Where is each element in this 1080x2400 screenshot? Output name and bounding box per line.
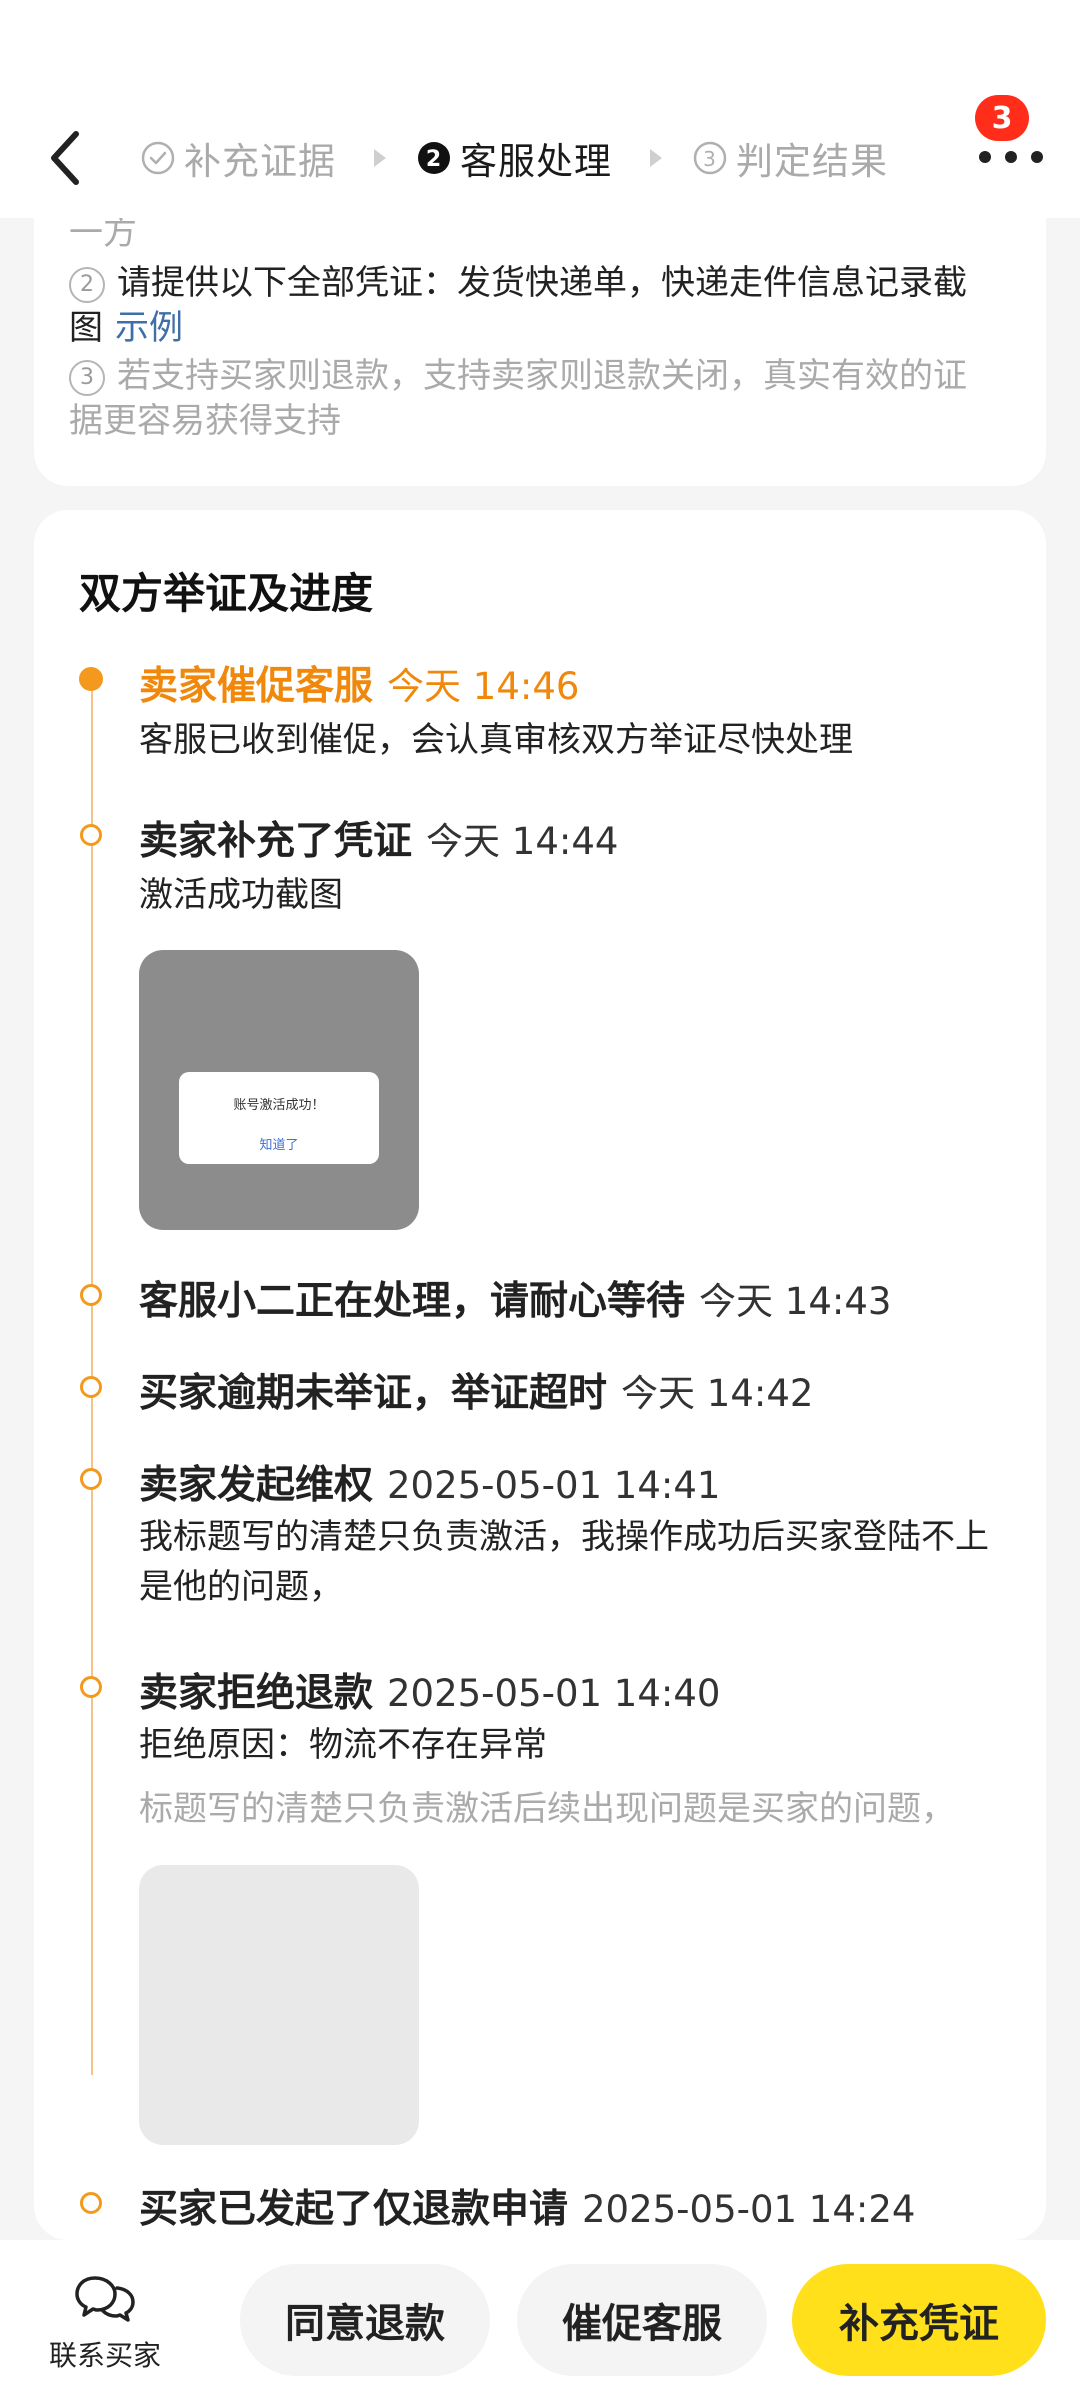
timeline-dot (80, 1676, 102, 1698)
timeline-time: 2025-05-01 14:24 (582, 2188, 916, 2231)
step-arrow-icon (374, 149, 386, 167)
step-label: 判定结果 (736, 140, 888, 183)
contact-buyer-button[interactable]: 联系买家 (40, 2270, 170, 2374)
step-arrow-icon (650, 149, 662, 167)
info-item-2-text: 请提供以下全部凭证：发货快递单，快递走件信息记录截 (117, 263, 967, 303)
timeline-desc: 激活成功截图 (139, 875, 343, 915)
timeline-desc-line1: 我标题写的清楚只负责激活，我操作成功后买家登陆不上 (139, 1517, 989, 1557)
dialog-button: 知道了 (259, 1138, 299, 1153)
step-label: 补充证据 (184, 140, 336, 183)
notification-badge: 3 (975, 95, 1029, 141)
agree-refund-button[interactable]: 同意退款 (240, 2264, 490, 2376)
step-number: 3 (703, 147, 717, 171)
timeline-title: 买家逾期未举证，举证超时 (139, 1371, 608, 1416)
evidence-image-placeholder[interactable] (139, 1865, 419, 2145)
top-nav-bar: 补充证据 2 客服处理 3 判定结果 3 (0, 0, 1080, 218)
bottom-action-bar: 联系买家 同意退款 催促客服 补充凭证 (0, 2240, 1080, 2400)
info-item-2-cont-text: 图 (69, 308, 103, 348)
info-item-2-cont: 图示例 (69, 305, 1019, 351)
screenshot-dialog: 账号激活成功！ 知道了 (179, 1072, 379, 1164)
step-number-icon: 3 (692, 140, 728, 176)
step-result[interactable]: 3 判定结果 (692, 131, 888, 185)
timeline-desc-secondary: 标题写的清楚只负责激活后续出现问题是买家的问题， (139, 1789, 955, 1829)
contact-buyer-label: 联系买家 (48, 2339, 161, 2372)
check-circle-icon (140, 140, 176, 176)
back-button[interactable] (40, 118, 100, 198)
timeline-title: 卖家拒绝退款 (139, 1671, 374, 1716)
chat-bubbles-icon (75, 2276, 135, 2322)
circled-number-icon: 3 (69, 360, 105, 396)
supplement-evidence-button[interactable]: 补充凭证 (792, 2264, 1046, 2376)
urge-service-button[interactable]: 催促客服 (517, 2264, 767, 2376)
step-label: 客服处理 (460, 140, 612, 183)
dispute-steps: 补充证据 2 客服处理 3 判定结果 (140, 128, 888, 188)
more-menu-button[interactable]: 3 (975, 95, 1045, 195)
step-number: 2 (426, 147, 442, 172)
timeline-time: 今天 14:43 (699, 1280, 892, 1323)
info-item-3-cont: 据更容易获得支持 (69, 401, 341, 441)
timeline-title: 卖家发起维权 (139, 1463, 374, 1508)
timeline-title: 卖家催促客服 (139, 664, 374, 709)
more-dots-icon (979, 151, 1043, 163)
timeline-time: 2025-05-01 14:41 (387, 1464, 721, 1507)
timeline-time: 今天 14:42 (621, 1372, 814, 1415)
section-title: 双方举证及进度 (79, 569, 374, 618)
timeline-dot (80, 824, 102, 846)
timeline-time: 今天 14:46 (387, 665, 580, 708)
timeline-line (91, 675, 93, 2075)
evidence-image[interactable]: 账号激活成功！ 知道了 (139, 950, 419, 1230)
timeline-time: 今天 14:44 (426, 820, 619, 863)
timeline-dot-active (79, 667, 103, 691)
timeline-title: 卖家补充了凭证 (139, 819, 413, 864)
example-link[interactable]: 示例 (115, 308, 183, 348)
timeline-desc: 拒绝原因：物流不存在异常 (139, 1725, 547, 1765)
timeline-dot (80, 2192, 102, 2214)
timeline-dot (80, 1468, 102, 1490)
timeline-time: 2025-05-01 14:40 (387, 1672, 721, 1715)
dialog-title: 账号激活成功！ (233, 1098, 325, 1113)
step-supplement-evidence[interactable]: 补充证据 (140, 131, 336, 185)
info-item-3: 3 若支持买家则退款，支持卖家则退款关闭，真实有效的证 (69, 353, 1019, 399)
circled-number-icon: 2 (69, 267, 105, 303)
timeline-dot (80, 1284, 102, 1306)
evidence-progress-card: 双方举证及进度 卖家催促客服 今天 14:46 客服已收到催促，会认真审核双方举证… (34, 510, 1046, 2240)
timeline-dot (80, 1376, 102, 1398)
timeline-desc: 客服已收到催促，会认真审核双方举证尽快处理 (139, 720, 853, 760)
step-service-processing[interactable]: 2 客服处理 (416, 131, 612, 185)
back-arrow-icon (51, 131, 79, 185)
info-item-2: 2 请提供以下全部凭证：发货快递单，快递走件信息记录截 (69, 260, 1019, 306)
timeline-title: 客服小二正在处理，请耐心等待 (139, 1279, 686, 1324)
timeline-desc-line2: 是他的问题， (139, 1567, 343, 1607)
info-item-3-text: 若支持买家则退款，支持卖家则退款关闭，真实有效的证 (117, 356, 967, 396)
step-number-icon: 2 (416, 140, 452, 176)
timeline-title: 买家已发起了仅退款申请 (139, 2187, 569, 2232)
